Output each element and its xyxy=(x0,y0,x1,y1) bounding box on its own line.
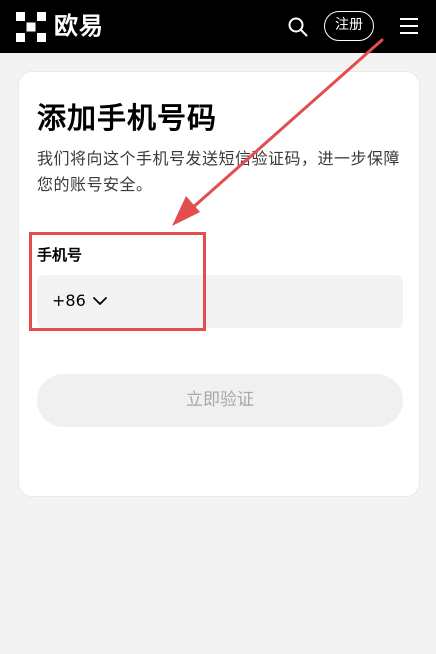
brand-name[interactable]: 欧易 xyxy=(54,9,104,43)
register-button[interactable]: 注册 xyxy=(324,11,374,41)
annotation-highlight-box xyxy=(29,232,206,331)
menu-icon[interactable] xyxy=(399,17,419,35)
page-title: 添加手机号码 xyxy=(37,101,218,135)
search-icon[interactable] xyxy=(287,16,309,38)
okx-logo-icon[interactable] xyxy=(16,12,46,42)
verify-now-button[interactable]: 立即验证 xyxy=(37,374,403,427)
page-subtitle: 我们将向这个手机号发送短信验证码，进一步保障您的账号安全。 xyxy=(37,149,401,194)
top-navbar: 欧易 注册 xyxy=(0,0,436,53)
